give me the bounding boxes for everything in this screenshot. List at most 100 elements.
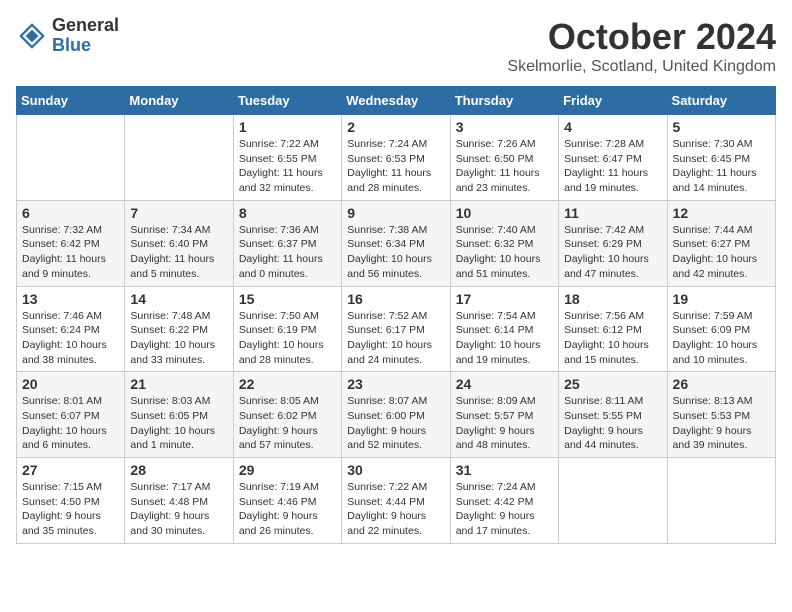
- day-info: Sunrise: 8:09 AM Sunset: 5:57 PM Dayligh…: [456, 394, 553, 453]
- week-row-5: 27 Sunrise: 7:15 AM Sunset: 4:50 PM Dayli…: [17, 458, 776, 544]
- calendar-cell: 9Sunrise: 7:38 AM Sunset: 6:34 PM Daylig…: [342, 200, 450, 286]
- day-number: 26: [673, 376, 770, 392]
- week-row-2: 6 Sunrise: 7:32 AM Sunset: 6:42 PM Daylig…: [17, 200, 776, 286]
- day-info: Sunrise: 7:56 AM Sunset: 6:12 PM Dayligh…: [564, 309, 661, 368]
- day-info: Sunrise: 7:15 AM Sunset: 4:50 PM Dayligh…: [22, 480, 119, 539]
- day-info: Sunrise: 7:22 AM Sunset: 4:44 PM Dayligh…: [347, 480, 444, 539]
- day-number: 11: [564, 205, 661, 221]
- day-number: 22: [239, 376, 336, 392]
- day-info: Sunrise: 7:38 AM Sunset: 6:34 PM Dayligh…: [347, 223, 444, 282]
- day-number: 14: [130, 291, 227, 307]
- day-info: Sunrise: 8:13 AM Sunset: 5:53 PM Dayligh…: [673, 394, 770, 453]
- day-number: 31: [456, 462, 553, 478]
- day-number: 19: [673, 291, 770, 307]
- day-number: 13: [22, 291, 119, 307]
- calendar-cell: 12 Sunrise: 7:44 AM Sunset: 6:27 PM Dayli…: [667, 200, 775, 286]
- day-info: Sunrise: 7:34 AM Sunset: 6:40 PM Dayligh…: [130, 223, 227, 282]
- calendar-cell: 21Sunrise: 8:03 AM Sunset: 6:05 PM Dayli…: [125, 372, 233, 458]
- day-info: Sunrise: 8:11 AM Sunset: 5:55 PM Dayligh…: [564, 394, 661, 453]
- calendar-cell: 11 Sunrise: 7:42 AM Sunset: 6:29 PM Dayli…: [559, 200, 667, 286]
- calendar-cell: 13 Sunrise: 7:46 AM Sunset: 6:24 PM Dayli…: [17, 286, 125, 372]
- day-number: 8: [239, 205, 336, 221]
- calendar-cell: 31 Sunrise: 7:24 AM Sunset: 4:42 PM Dayli…: [450, 458, 558, 544]
- calendar-cell: 7 Sunrise: 7:34 AM Sunset: 6:40 PM Daylig…: [125, 200, 233, 286]
- day-number: 7: [130, 205, 227, 221]
- day-number: 27: [22, 462, 119, 478]
- calendar-cell: 26 Sunrise: 8:13 AM Sunset: 5:53 PM Dayli…: [667, 372, 775, 458]
- calendar-cell: 6 Sunrise: 7:32 AM Sunset: 6:42 PM Daylig…: [17, 200, 125, 286]
- weekday-header-friday: Friday: [559, 87, 667, 115]
- day-info: Sunrise: 7:24 AM Sunset: 4:42 PM Dayligh…: [456, 480, 553, 539]
- calendar-cell: [667, 458, 775, 544]
- day-info: Sunrise: 7:46 AM Sunset: 6:24 PM Dayligh…: [22, 309, 119, 368]
- logo: General Blue: [16, 16, 119, 56]
- calendar-cell: 5 Sunrise: 7:30 AM Sunset: 6:45 PM Daylig…: [667, 115, 775, 201]
- day-info: Sunrise: 8:05 AM Sunset: 6:02 PM Dayligh…: [239, 394, 336, 453]
- weekday-header-row: SundayMondayTuesdayWednesdayThursdayFrid…: [17, 87, 776, 115]
- day-info: Sunrise: 8:01 AM Sunset: 6:07 PM Dayligh…: [22, 394, 119, 453]
- day-info: Sunrise: 7:17 AM Sunset: 4:48 PM Dayligh…: [130, 480, 227, 539]
- day-info: Sunrise: 7:40 AM Sunset: 6:32 PM Dayligh…: [456, 223, 553, 282]
- day-info: Sunrise: 7:50 AM Sunset: 6:19 PM Dayligh…: [239, 309, 336, 368]
- location: Skelmorlie, Scotland, United Kingdom: [507, 58, 776, 76]
- weekday-header-sunday: Sunday: [17, 87, 125, 115]
- calendar-cell: 8 Sunrise: 7:36 AM Sunset: 6:37 PM Daylig…: [233, 200, 341, 286]
- logo-line2: Blue: [52, 36, 119, 56]
- day-info: Sunrise: 7:36 AM Sunset: 6:37 PM Dayligh…: [239, 223, 336, 282]
- calendar-table: SundayMondayTuesdayWednesdayThursdayFrid…: [16, 86, 776, 544]
- weekday-header-tuesday: Tuesday: [233, 87, 341, 115]
- calendar-cell: 4Sunrise: 7:28 AM Sunset: 6:47 PM Daylig…: [559, 115, 667, 201]
- weekday-header-saturday: Saturday: [667, 87, 775, 115]
- calendar-cell: 3 Sunrise: 7:26 AM Sunset: 6:50 PM Daylig…: [450, 115, 558, 201]
- weekday-header-thursday: Thursday: [450, 87, 558, 115]
- day-info: Sunrise: 7:59 AM Sunset: 6:09 PM Dayligh…: [673, 309, 770, 368]
- weekday-header-monday: Monday: [125, 87, 233, 115]
- day-number: 6: [22, 205, 119, 221]
- day-info: Sunrise: 8:07 AM Sunset: 6:00 PM Dayligh…: [347, 394, 444, 453]
- day-number: 25: [564, 376, 661, 392]
- day-info: Sunrise: 7:32 AM Sunset: 6:42 PM Dayligh…: [22, 223, 119, 282]
- calendar-cell: [125, 115, 233, 201]
- day-number: 12: [673, 205, 770, 221]
- calendar-cell: 20Sunrise: 8:01 AM Sunset: 6:07 PM Dayli…: [17, 372, 125, 458]
- calendar-cell: 14 Sunrise: 7:48 AM Sunset: 6:22 PM Dayli…: [125, 286, 233, 372]
- day-number: 28: [130, 462, 227, 478]
- calendar-cell: 19 Sunrise: 7:59 AM Sunset: 6:09 PM Dayli…: [667, 286, 775, 372]
- calendar-cell: 18Sunrise: 7:56 AM Sunset: 6:12 PM Dayli…: [559, 286, 667, 372]
- day-number: 3: [456, 119, 553, 135]
- day-number: 15: [239, 291, 336, 307]
- week-row-3: 13 Sunrise: 7:46 AM Sunset: 6:24 PM Dayli…: [17, 286, 776, 372]
- day-number: 4: [564, 119, 661, 135]
- day-number: 5: [673, 119, 770, 135]
- weekday-header-wednesday: Wednesday: [342, 87, 450, 115]
- page-header: General Blue October 2024 Skelmorlie, Sc…: [16, 16, 776, 76]
- day-number: 10: [456, 205, 553, 221]
- day-number: 1: [239, 119, 336, 135]
- calendar-cell: [17, 115, 125, 201]
- day-info: Sunrise: 7:42 AM Sunset: 6:29 PM Dayligh…: [564, 223, 661, 282]
- calendar-cell: 17Sunrise: 7:54 AM Sunset: 6:14 PM Dayli…: [450, 286, 558, 372]
- calendar-cell: 29 Sunrise: 7:19 AM Sunset: 4:46 PM Dayli…: [233, 458, 341, 544]
- day-number: 29: [239, 462, 336, 478]
- calendar-cell: 15 Sunrise: 7:50 AM Sunset: 6:19 PM Dayli…: [233, 286, 341, 372]
- calendar-cell: 16Sunrise: 7:52 AM Sunset: 6:17 PM Dayli…: [342, 286, 450, 372]
- day-info: Sunrise: 7:24 AM Sunset: 6:53 PM Dayligh…: [347, 137, 444, 196]
- calendar-cell: [559, 458, 667, 544]
- day-info: Sunrise: 7:19 AM Sunset: 4:46 PM Dayligh…: [239, 480, 336, 539]
- day-number: 17: [456, 291, 553, 307]
- day-info: Sunrise: 8:03 AM Sunset: 6:05 PM Dayligh…: [130, 394, 227, 453]
- day-info: Sunrise: 7:44 AM Sunset: 6:27 PM Dayligh…: [673, 223, 770, 282]
- day-number: 2: [347, 119, 444, 135]
- day-info: Sunrise: 7:48 AM Sunset: 6:22 PM Dayligh…: [130, 309, 227, 368]
- day-number: 16: [347, 291, 444, 307]
- day-number: 30: [347, 462, 444, 478]
- calendar-cell: 22 Sunrise: 8:05 AM Sunset: 6:02 PM Dayli…: [233, 372, 341, 458]
- day-info: Sunrise: 7:26 AM Sunset: 6:50 PM Dayligh…: [456, 137, 553, 196]
- day-number: 23: [347, 376, 444, 392]
- logo-line1: General: [52, 16, 119, 36]
- calendar-cell: 30 Sunrise: 7:22 AM Sunset: 4:44 PM Dayli…: [342, 458, 450, 544]
- day-number: 24: [456, 376, 553, 392]
- week-row-4: 20Sunrise: 8:01 AM Sunset: 6:07 PM Dayli…: [17, 372, 776, 458]
- day-info: Sunrise: 7:30 AM Sunset: 6:45 PM Dayligh…: [673, 137, 770, 196]
- calendar-cell: 24 Sunrise: 8:09 AM Sunset: 5:57 PM Dayli…: [450, 372, 558, 458]
